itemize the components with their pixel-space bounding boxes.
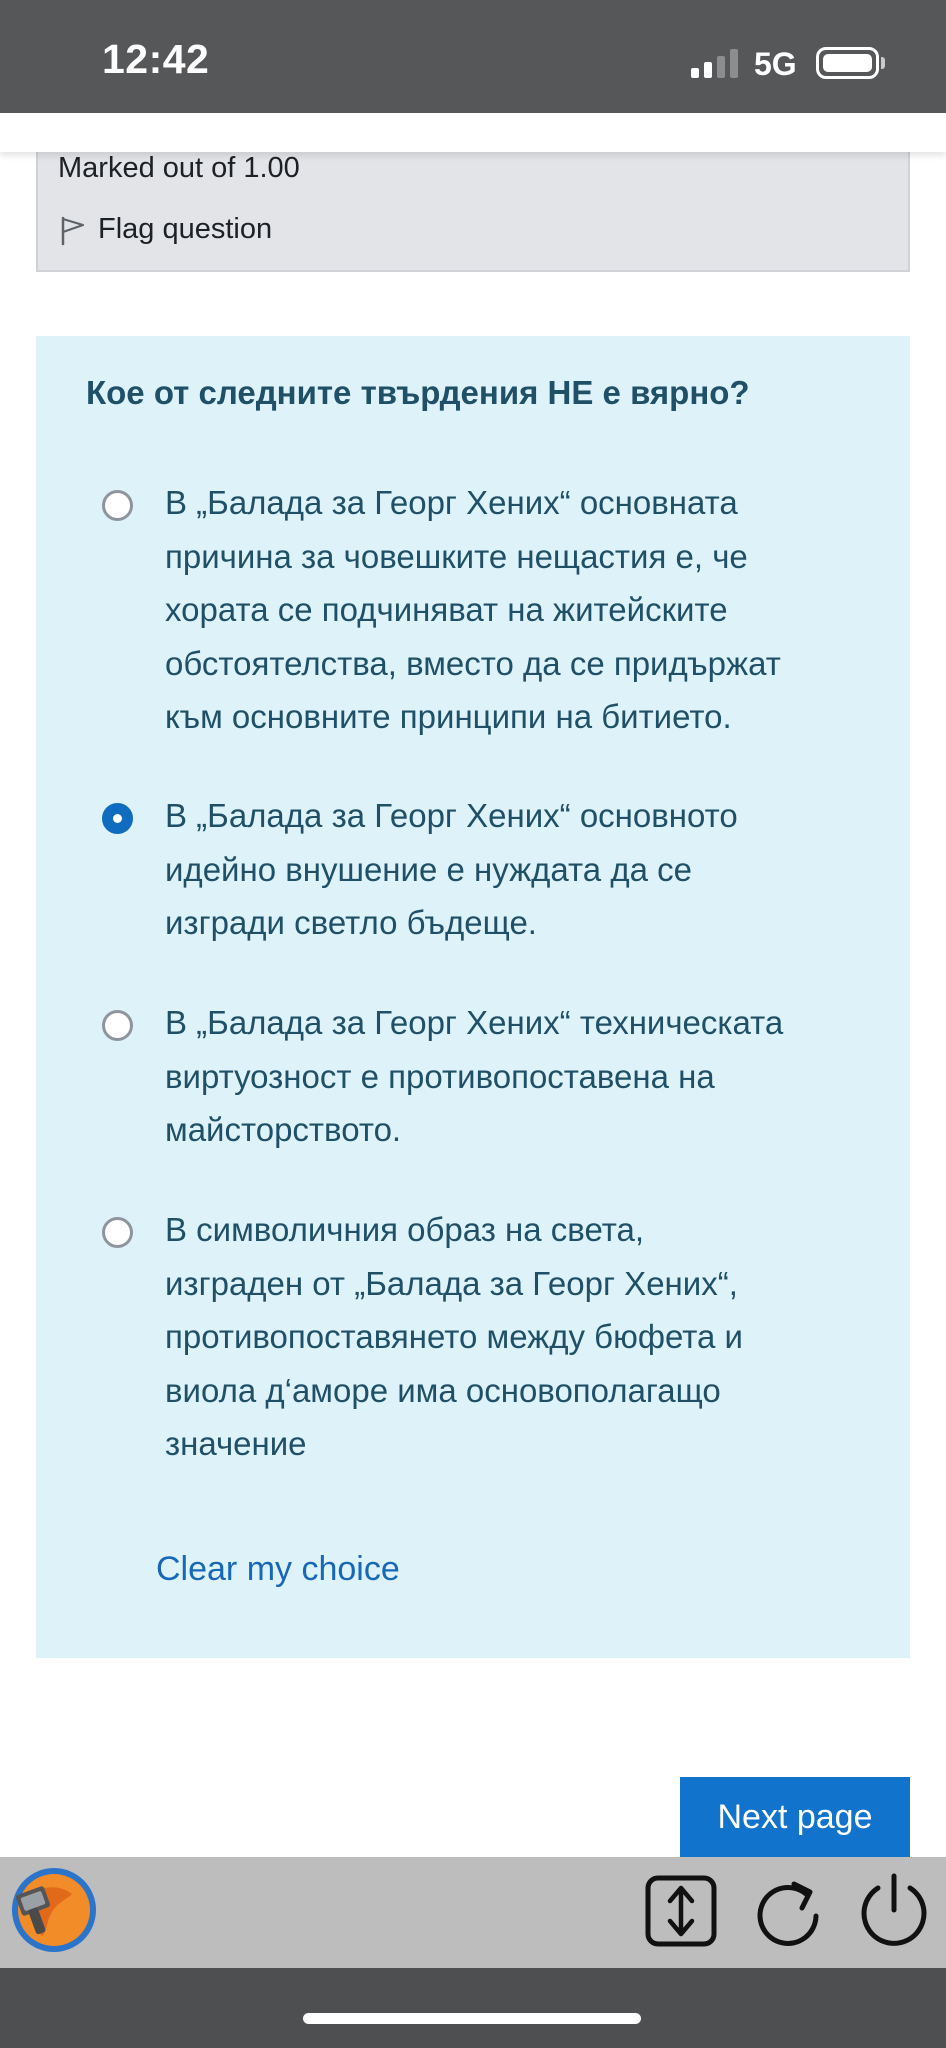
flag-outline-icon [61,216,85,245]
radio-button-4[interactable] [102,1217,133,1248]
radio-button-3[interactable] [102,1010,133,1041]
clear-choice-link[interactable]: Clear my choice [156,1550,400,1589]
marked-out-label: Marked out of 1.00 [58,152,300,184]
home-indicator[interactable] [303,2013,641,2024]
answer-text-2[interactable]: В „Балада за Георг Хених“ основното идей… [165,789,882,950]
network-type: 5G [754,46,797,82]
flag-question-label: Flag question [98,213,273,245]
answer-text-3[interactable]: В „Балада за Георг Хених“ техническата в… [165,996,882,1157]
status-bar: 12:42 5G [0,0,946,113]
next-page-button[interactable]: Next page [680,1777,910,1857]
signal-strength-icon [691,48,739,78]
flag-question-button[interactable]: Flag question [58,213,272,246]
battery-full-icon [816,47,879,79]
power-icon[interactable] [856,1870,932,1950]
radio-button-2-selected[interactable] [102,803,133,834]
app-logo-icon[interactable] [8,1864,100,1956]
status-time: 12:42 [102,36,210,82]
home-indicator-area [0,1968,946,2048]
answer-text-1[interactable]: В „Балада за Георг Хених“ основната прич… [165,476,882,744]
page-header-strip [0,113,946,152]
battery-nub [881,57,885,69]
answer-text-4[interactable]: В символичния образ на света, изграден о… [165,1203,882,1471]
scroll-arrows-icon[interactable] [644,1874,718,1948]
reload-icon[interactable] [752,1872,824,1950]
radio-button-1[interactable] [102,490,133,521]
question-panel: Кое от следните твърдения НЕ е вярно? В … [36,336,910,1658]
question-text: Кое от следните твърдения НЕ е вярно? [86,374,750,411]
